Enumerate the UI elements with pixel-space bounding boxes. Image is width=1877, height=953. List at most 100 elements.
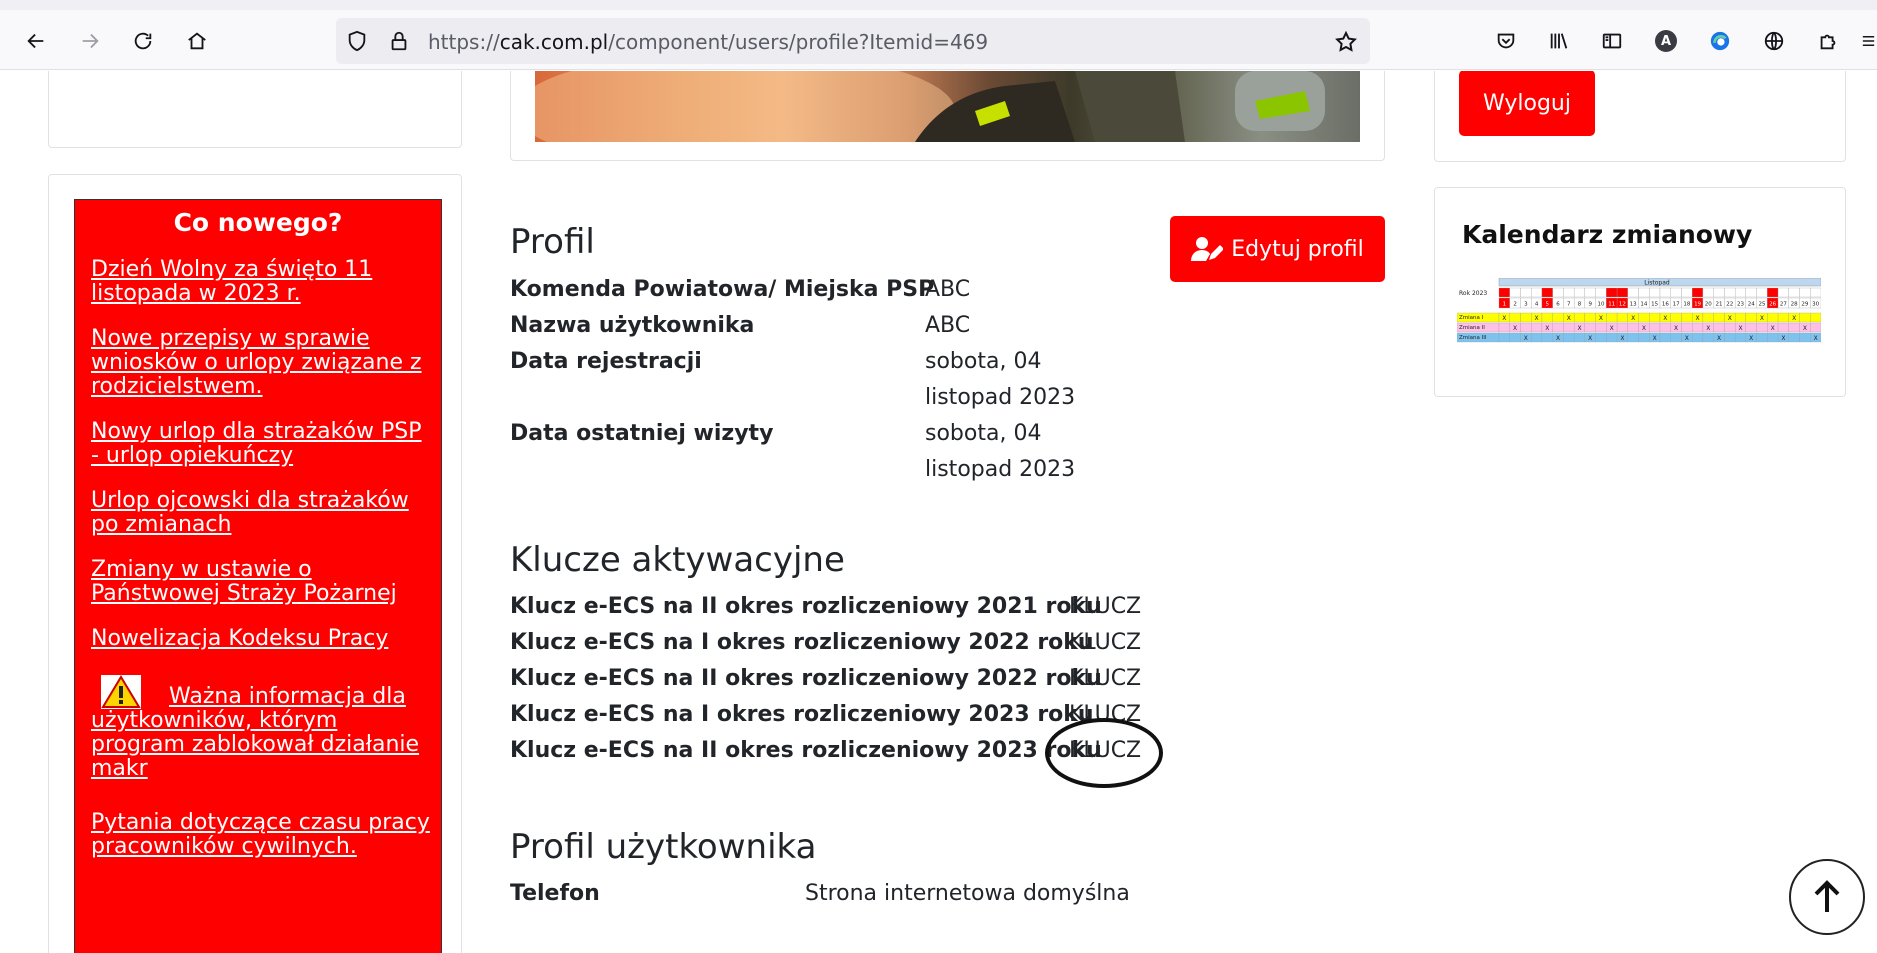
calendar-shift-cell <box>1541 312 1553 323</box>
shift-calendar-image[interactable]: Listopad Rok 2023 1 X 2 X 3 X 4 X 5 X 6 X 7 X 8 X 9 X 10 X 1… <box>1457 278 1821 346</box>
calendar-shift-cell <box>1767 312 1779 323</box>
key-value-2[interactable]: KLUCZ <box>1069 630 1141 655</box>
calendar-shift-cell <box>1627 322 1639 333</box>
calendar-shift-mark: X <box>1717 335 1721 342</box>
news-list: Dzień Wolny za święto 11 listopada w 202… <box>91 258 436 880</box>
calendar-dayname-cell <box>1563 287 1575 298</box>
calendar-date-label: 11 <box>1608 302 1615 308</box>
bookmark-star-icon[interactable] <box>1334 30 1358 58</box>
calendar-date-label: 28 <box>1791 302 1798 308</box>
calendar-row-2: Zmiana II <box>1459 325 1485 331</box>
sidebar-icon[interactable] <box>1596 25 1628 57</box>
page-content: Co nowego? Dzień Wolny za święto 11 list… <box>0 71 1877 953</box>
extension-globe-icon[interactable] <box>1758 25 1790 57</box>
profile-value-registration-line1: sobota, 04 <box>925 349 1042 374</box>
calendar-dayname-cell <box>1595 287 1607 298</box>
profile-value-last-visit-line2: listopad 2023 <box>925 457 1076 482</box>
calendar-date-label: 29 <box>1801 302 1808 308</box>
calendar-shift-cell <box>1659 332 1671 343</box>
back-icon[interactable] <box>20 25 52 57</box>
calendar-dayname-cell <box>1509 287 1521 298</box>
calendar-dayname-cell <box>1541 287 1553 298</box>
calendar-month-label: Listopad <box>1644 280 1670 287</box>
calendar-shift-mark: X <box>1771 325 1775 332</box>
edit-profile-button[interactable]: Edytuj profil <box>1170 216 1385 282</box>
calendar-shift-mark: X <box>1620 335 1624 342</box>
calendar-shift-mark: X <box>1696 315 1700 322</box>
calendar-dayname-cell <box>1702 287 1714 298</box>
calendar-shift-cell <box>1531 322 1543 333</box>
news-link-5[interactable]: Zmiany w ustawie o Państwowej Straży Poż… <box>91 558 436 606</box>
key-value-3[interactable]: KLUCZ <box>1069 666 1141 691</box>
calendar-shift-mark: X <box>1663 315 1667 322</box>
calendar-date-label: 19 <box>1694 302 1701 308</box>
news-link-8[interactable]: Pytania dotyczące czasu pracy pracownikó… <box>91 811 436 859</box>
calendar-shift-mark: X <box>1556 335 1560 342</box>
menu-icon[interactable] <box>1860 25 1877 57</box>
pocket-icon[interactable] <box>1490 25 1522 57</box>
calendar-shift-cell <box>1745 322 1757 333</box>
key-label-3: Klucz e-ECS na II okres rozliczeniowy 20… <box>510 666 1102 691</box>
address-bar[interactable]: https://cak.com.pl/component/users/profi… <box>336 18 1370 64</box>
calendar-shift-cell <box>1531 332 1543 343</box>
calendar-date-label: 10 <box>1597 302 1604 308</box>
calendar-dayname-cell <box>1713 287 1725 298</box>
arrow-up-icon <box>1814 880 1840 912</box>
calendar-date-label: 12 <box>1619 302 1626 308</box>
calendar-date-label: 26 <box>1769 302 1776 308</box>
calendar-shift-cell <box>1627 332 1639 343</box>
news-link-7[interactable]: Ważna informacja dla użytkowników, który… <box>91 675 436 781</box>
calendar-shift-cell <box>1649 322 1661 333</box>
extension-edge-icon[interactable] <box>1704 25 1736 57</box>
forward-icon[interactable] <box>74 25 106 57</box>
calendar-dayname-cell <box>1670 287 1682 298</box>
calendar-dayname-cell <box>1520 287 1532 298</box>
calendar-shift-cell <box>1713 322 1725 333</box>
calendar-dayname-cell <box>1649 287 1661 298</box>
calendar-shift-mark: X <box>1545 325 1549 332</box>
calendar-date-label: 7 <box>1567 302 1571 308</box>
calendar-shift-cell <box>1734 332 1747 343</box>
calendar-shift-cell <box>1810 312 1821 323</box>
calendar-shift-cell <box>1616 312 1628 323</box>
user-edit-icon <box>1191 237 1224 261</box>
key-label-2: Klucz e-ECS na I okres rozliczeniowy 202… <box>510 630 1094 655</box>
calendar-shift-cell <box>1681 322 1693 333</box>
calendar-dayname-cell <box>1756 287 1768 298</box>
shield-icon[interactable] <box>346 30 368 56</box>
lock-icon[interactable] <box>388 29 410 57</box>
news-link-4[interactable]: Urlop ojcowski dla strażaków po zmianach <box>91 489 436 537</box>
news-link-1[interactable]: Dzień Wolny za święto 11 listopada w 202… <box>91 258 436 306</box>
logout-button[interactable]: Wyloguj <box>1459 71 1595 136</box>
calendar-shift-cell <box>1734 312 1747 323</box>
calendar-shift-mark: X <box>1728 315 1732 322</box>
calendar-date-label: 25 <box>1758 302 1765 308</box>
profile-avatar-icon[interactable]: A <box>1650 25 1682 57</box>
calendar-dayname-cell <box>1734 287 1747 298</box>
calendar-dayname-cell <box>1552 287 1564 298</box>
calendar-date-label: 23 <box>1737 302 1744 308</box>
news-link-2[interactable]: Nowe przepisy w sprawie wniosków o urlop… <box>91 327 436 399</box>
calendar-shift-cell <box>1573 312 1586 323</box>
calendar-shift-mark: X <box>1502 315 1506 322</box>
profile-label-last-visit: Data ostatniej wizyty <box>510 421 774 446</box>
left-top-card <box>48 71 462 148</box>
calendar-shift-cell <box>1616 322 1628 333</box>
scroll-to-top-button[interactable] <box>1789 859 1865 935</box>
calendar-dayname-cell <box>1638 287 1650 298</box>
news-link-3[interactable]: Nowy urlop dla strażaków PSP - urlop opi… <box>91 420 436 468</box>
home-icon[interactable] <box>181 25 213 57</box>
profile-value-komenda: ABC <box>925 277 971 302</box>
reload-icon[interactable] <box>127 25 159 57</box>
extensions-puzzle-icon[interactable] <box>1812 25 1844 57</box>
calendar-dayname-cell <box>1692 287 1704 298</box>
calendar-dayname-cell <box>1659 287 1671 298</box>
calendar-shift-cell <box>1799 312 1811 323</box>
calendar-shift-cell <box>1799 332 1811 343</box>
calendar-shift-cell <box>1788 332 1800 343</box>
banner-image <box>535 71 1360 142</box>
key-value-1[interactable]: KLUCZ <box>1069 594 1141 619</box>
news-link-6[interactable]: Nowelizacja Kodeksu Pracy <box>91 627 436 651</box>
calendar-shift-cell <box>1552 312 1564 323</box>
library-icon[interactable] <box>1543 25 1575 57</box>
